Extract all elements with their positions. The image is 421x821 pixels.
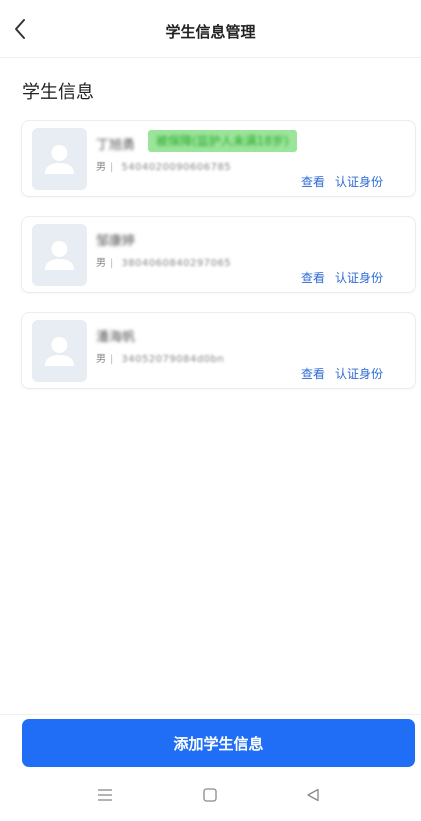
- student-card: 丁旭勇 被保障(监护人未满18岁) 男 | 5404020090606785 查看认…: [21, 120, 416, 197]
- meta-separator: |: [110, 162, 114, 173]
- student-id-number: 34052079084d0bn: [121, 354, 225, 365]
- verify-identity-link[interactable]: 认证身份: [335, 175, 383, 189]
- home-button[interactable]: [197, 783, 223, 807]
- student-card: 邹康婷 男 | 3804060840297065 查看 认证身份: [21, 216, 416, 293]
- student-id-number: 3804060840297065: [121, 258, 232, 269]
- card-actions: 查看 认证身份: [301, 173, 383, 190]
- system-nav-bar: [0, 779, 421, 811]
- back-triangle-icon: [307, 788, 319, 802]
- add-student-button[interactable]: 添加学生信息: [22, 719, 415, 767]
- bottom-divider: [0, 714, 421, 715]
- menu-button[interactable]: [92, 783, 118, 807]
- meta-separator: |: [110, 354, 114, 365]
- student-gender: 男: [96, 162, 106, 173]
- student-id-number: 5404020090606785: [121, 162, 232, 173]
- avatar: [32, 128, 87, 190]
- student-name: 丁旭勇: [96, 138, 136, 153]
- home-square-icon: [203, 788, 217, 802]
- student-name: 潘海帆: [96, 330, 136, 345]
- student-meta: 男 | 34052079084d0bn: [96, 350, 224, 365]
- student-gender: 男: [96, 354, 106, 365]
- user-avatar-icon: [45, 145, 74, 174]
- student-meta: 男 | 5404020090606785: [96, 158, 231, 173]
- avatar: [32, 320, 87, 382]
- student-name: 邹康婷: [96, 234, 136, 249]
- view-link[interactable]: 查看: [301, 175, 325, 189]
- verify-identity-link[interactable]: 认证身份: [335, 271, 383, 285]
- card-actions: 查看 认证身份: [301, 365, 383, 382]
- system-back-button[interactable]: [300, 783, 326, 807]
- menu-icon: [98, 789, 112, 801]
- status-badge: 被保障(监护人未满18岁): [148, 130, 297, 152]
- section-title: 学生信息: [22, 82, 94, 103]
- view-link[interactable]: 查看: [301, 367, 325, 381]
- avatar: [32, 224, 87, 286]
- student-gender: 男: [96, 258, 106, 269]
- card-actions: 查看 认证身份: [301, 269, 383, 286]
- page-title: 学生信息管理: [165, 23, 256, 41]
- user-avatar-icon: [45, 337, 74, 366]
- meta-separator: |: [110, 258, 114, 269]
- student-card: 潘海帆 男 | 34052079084d0bn 查看 认证身份: [21, 312, 416, 389]
- user-avatar-icon: [45, 241, 74, 270]
- view-link[interactable]: 查看: [301, 271, 325, 285]
- verify-identity-link[interactable]: 认证身份: [335, 367, 383, 381]
- student-meta: 男 | 3804060840297065: [96, 254, 231, 269]
- top-header: 学生信息管理: [0, 0, 421, 58]
